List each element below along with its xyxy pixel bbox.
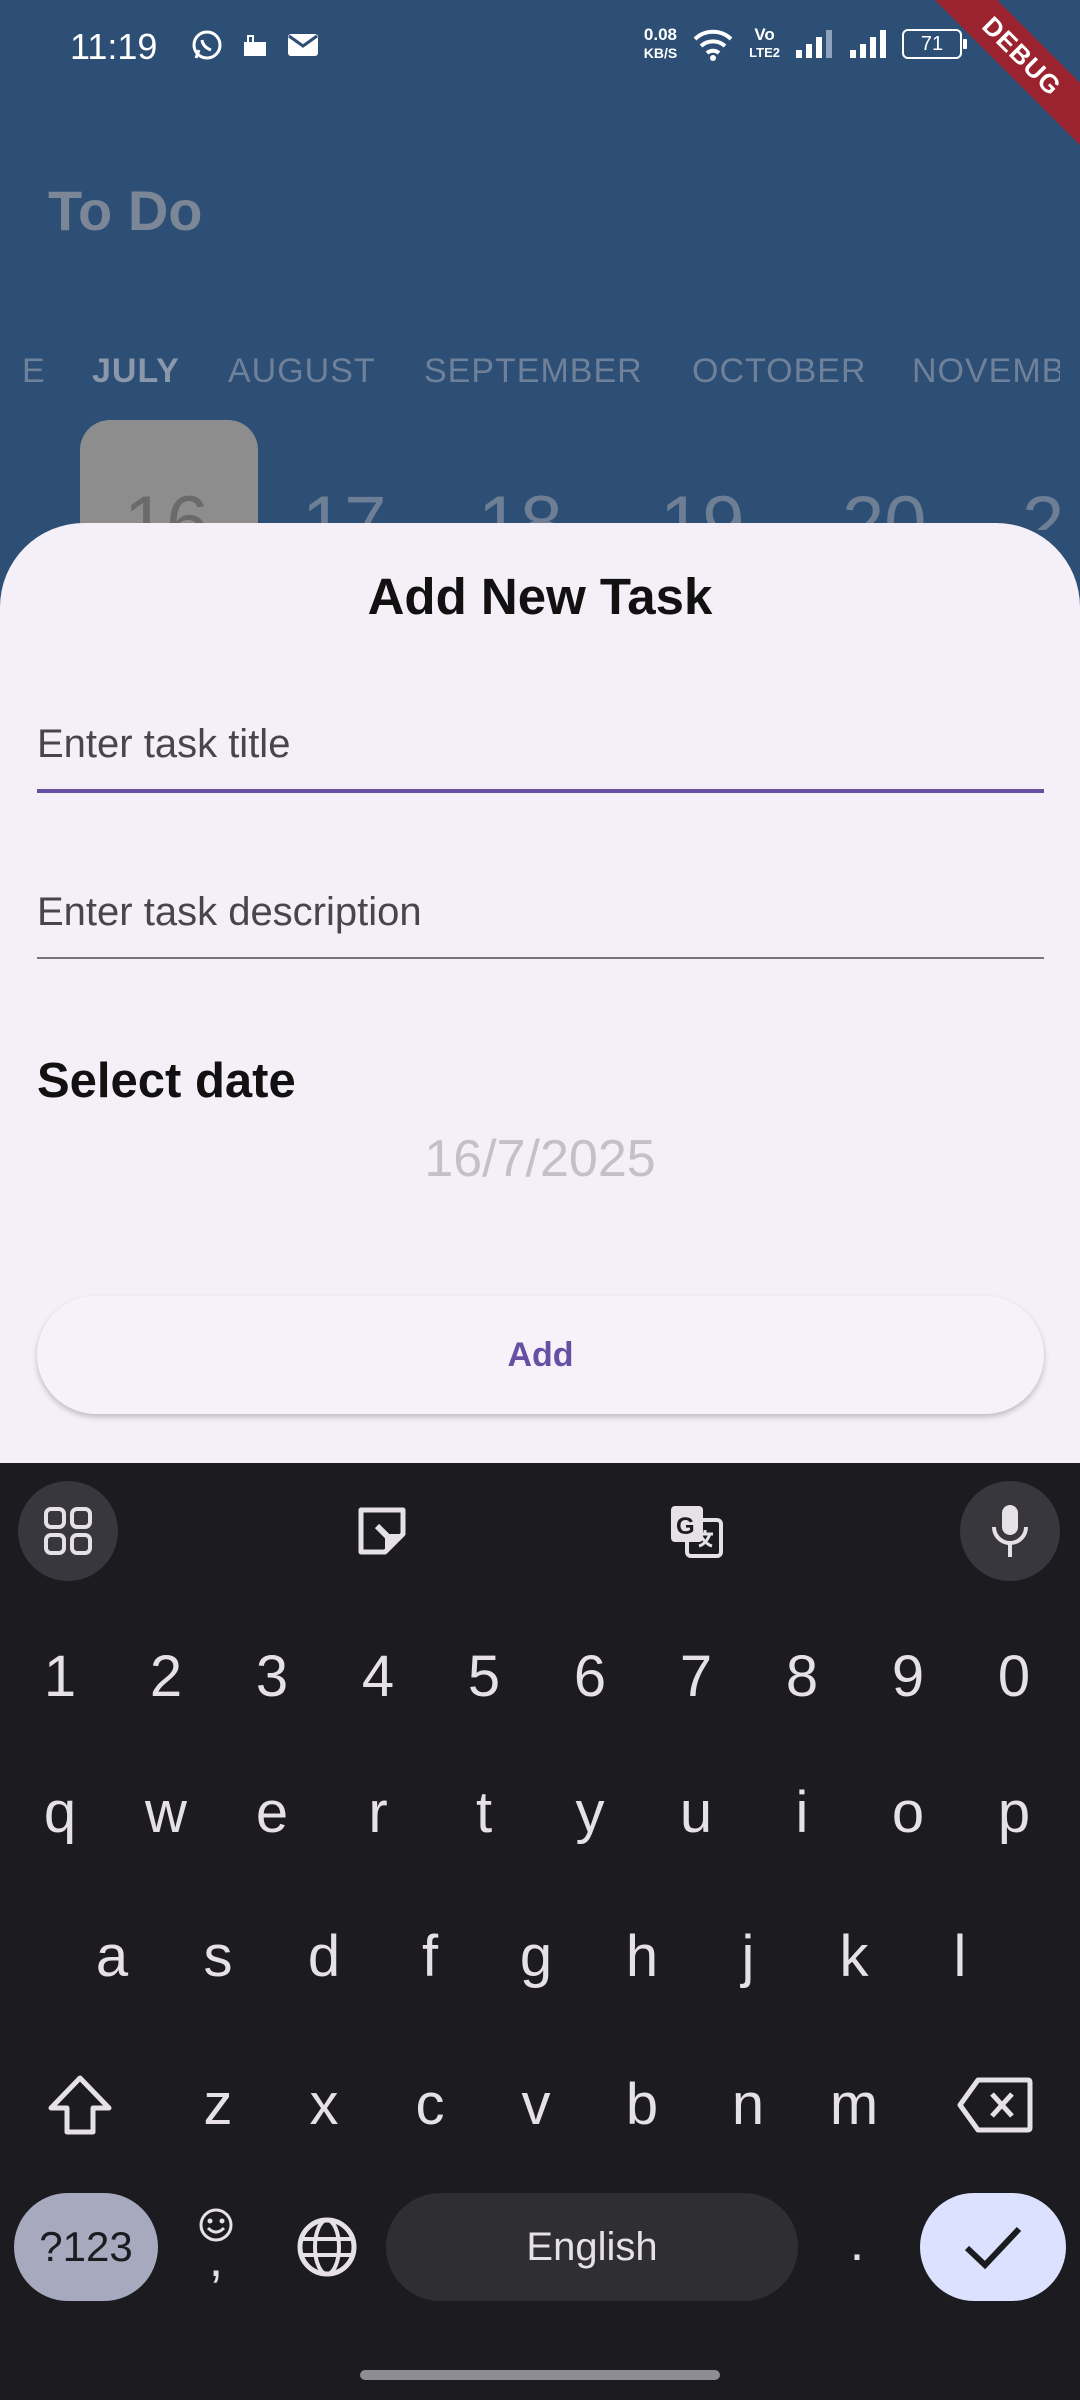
month-item[interactable]: NOVEMB (912, 352, 1060, 391)
shift-key[interactable] (30, 2045, 130, 2165)
key-y[interactable]: y (540, 1753, 640, 1873)
key-q[interactable]: q (10, 1753, 110, 1873)
globe-icon (297, 2217, 357, 2277)
backspace-key[interactable] (940, 2045, 1050, 2165)
key-h[interactable]: h (592, 1897, 692, 2017)
soft-keyboard: G 1 2 3 4 5 6 7 8 9 0 q w e r t y u i o … (0, 1463, 1080, 2400)
selected-date[interactable]: 16/7/2025 (0, 1129, 1080, 1189)
sheet-title: Add New Task (367, 568, 713, 625)
system-icons: 0.08 KB/S Vo LTE2 71 (643, 25, 967, 62)
month-item[interactable]: E (22, 352, 46, 391)
whatsapp-icon (192, 30, 222, 60)
volte-indicator: Vo LTE2 (749, 25, 780, 61)
key-o[interactable]: o (858, 1753, 958, 1873)
select-date-label: Select date (37, 1054, 296, 1108)
status-bar: 11:19 0.08 KB/S Vo LTE2 71 (0, 0, 1080, 96)
notification-icons (190, 28, 320, 62)
key-j[interactable]: j (698, 1897, 798, 2017)
task-description-input[interactable] (37, 867, 1044, 957)
key-c[interactable]: c (380, 2045, 480, 2165)
sticker-icon[interactable] (332, 1481, 432, 1581)
backspace-icon (957, 2077, 1033, 2133)
day-selector[interactable]: 16 17 18 19 20 2 (0, 420, 1080, 530)
add-task-sheet: Add New Task Select date 16/7/2025 Add (0, 523, 1080, 1463)
signal-sim2-icon (850, 30, 886, 58)
shift-icon (48, 2075, 112, 2135)
key-m[interactable]: m (804, 2045, 904, 2165)
key-g[interactable]: g (486, 1897, 586, 2017)
app-title: To Do (48, 179, 203, 242)
wifi-icon (693, 29, 733, 61)
task-description-underline (37, 957, 1044, 959)
key-4[interactable]: 4 (328, 1617, 428, 1737)
emoji-comma-key[interactable]: , (176, 2193, 256, 2301)
month-item[interactable]: AUGUST (228, 352, 376, 391)
symbols-key[interactable]: ?123 (14, 2193, 158, 2301)
signal-sim1-icon (796, 30, 832, 58)
key-u[interactable]: u (646, 1753, 746, 1873)
number-row: 1 2 3 4 5 6 7 8 9 0 (0, 1617, 1080, 1737)
key-9[interactable]: 9 (858, 1617, 958, 1737)
key-w[interactable]: w (116, 1753, 216, 1873)
comma-label: , (208, 2230, 224, 2288)
enter-key[interactable] (920, 2193, 1066, 2301)
network-speed: 0.08 KB/S (643, 25, 678, 62)
key-b[interactable]: b (592, 2045, 692, 2165)
letter-row-2: a s d f g h j k l (0, 1897, 1080, 2017)
key-3[interactable]: 3 (222, 1617, 322, 1737)
keyboard-bottom-row: ?123 , English . (0, 2193, 1080, 2309)
add-task-button[interactable]: Add (37, 1296, 1044, 1414)
key-2[interactable]: 2 (116, 1617, 216, 1737)
translate-icon[interactable]: G (646, 1481, 746, 1581)
apps-grid-icon[interactable] (18, 1481, 118, 1581)
mail-icon (288, 34, 318, 56)
key-r[interactable]: r (328, 1753, 428, 1873)
key-i[interactable]: i (752, 1753, 852, 1873)
key-6[interactable]: 6 (540, 1617, 640, 1737)
letter-row-3: z x c v b n m (0, 2045, 1080, 2165)
language-key[interactable] (282, 2193, 372, 2301)
letter-row-1: q w e r t y u i o p (0, 1753, 1080, 1873)
key-z[interactable]: z (168, 2045, 268, 2165)
checkmark-icon (964, 2226, 1022, 2270)
key-7[interactable]: 7 (646, 1617, 746, 1737)
key-v[interactable]: v (486, 2045, 586, 2165)
key-k[interactable]: k (804, 1897, 904, 2017)
key-s[interactable]: s (168, 1897, 268, 2017)
status-time: 11:19 (70, 26, 158, 67)
microphone-icon[interactable] (960, 1481, 1060, 1581)
key-n[interactable]: n (698, 2045, 798, 2165)
task-title-input[interactable] (37, 699, 1044, 789)
month-item[interactable]: OCTOBER (692, 352, 867, 391)
period-key[interactable]: . (812, 2193, 902, 2301)
keyboard-toolbar: G (0, 1463, 1080, 1593)
key-p[interactable]: p (964, 1753, 1064, 1873)
key-t[interactable]: t (434, 1753, 534, 1873)
space-key[interactable]: English (386, 2193, 798, 2301)
key-x[interactable]: x (274, 2045, 374, 2165)
month-item-selected[interactable]: JULY (92, 352, 180, 391)
key-5[interactable]: 5 (434, 1617, 534, 1737)
battery-indicator: 71 (902, 29, 967, 59)
navigation-handle[interactable] (360, 2370, 720, 2380)
svg-text:G: G (676, 1513, 695, 1540)
key-0[interactable]: 0 (964, 1617, 1064, 1737)
task-description-field[interactable] (37, 867, 1044, 959)
shop-app-icon (244, 35, 266, 56)
key-l[interactable]: l (910, 1897, 1010, 2017)
key-8[interactable]: 8 (752, 1617, 852, 1737)
month-selector[interactable]: E JULY AUGUST SEPTEMBER OCTOBER NOVEMB (0, 352, 1060, 398)
key-e[interactable]: e (222, 1753, 322, 1873)
day-number[interactable]: 2 (1022, 480, 1064, 530)
key-a[interactable]: a (62, 1897, 162, 2017)
key-d[interactable]: d (274, 1897, 374, 2017)
key-1[interactable]: 1 (10, 1617, 110, 1737)
task-title-field[interactable] (37, 699, 1044, 793)
key-f[interactable]: f (380, 1897, 480, 2017)
month-item[interactable]: SEPTEMBER (424, 352, 643, 391)
task-title-underline (37, 789, 1044, 793)
